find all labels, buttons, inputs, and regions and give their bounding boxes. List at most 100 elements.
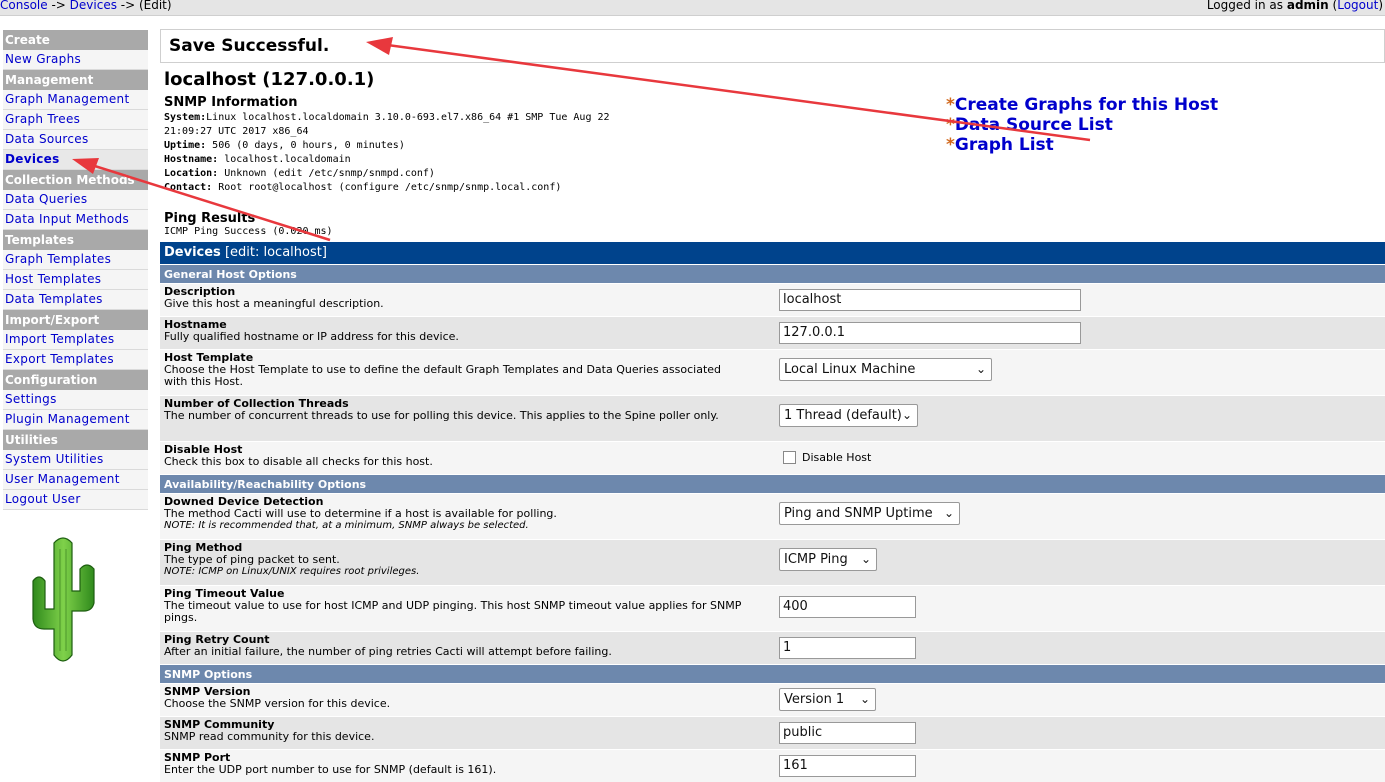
breadcrumb: Console -> Devices -> (Edit)	[0, 0, 172, 11]
snmp-hostname-label: Hostname:	[164, 154, 219, 165]
threads-desc: The number of concurrent threads to use …	[164, 409, 719, 422]
snmp-port-desc: Enter the UDP port number to use for SNM…	[164, 763, 497, 776]
logout-paren-open: (	[1328, 0, 1338, 12]
disable-host-desc: Check this box to disable all checks for…	[164, 455, 433, 468]
menu-link-graph-management[interactable]: Graph Management	[5, 92, 129, 106]
hostname-input[interactable]: 127.0.0.1	[779, 322, 1081, 344]
menu-item-graph-trees[interactable]: Graph Trees	[3, 110, 148, 130]
devices-header-suffix: [edit: localhost]	[220, 245, 327, 260]
snmp-location-label: Location:	[164, 168, 219, 179]
menu-heading-utilities: Utilities	[3, 430, 148, 450]
snmp-version-value: Version 1	[784, 692, 845, 707]
snmp-uptime-label: Uptime:	[164, 140, 207, 151]
host-template-desc: Choose the Host Template to use to defin…	[164, 363, 722, 388]
breadcrumb-separator: ->	[47, 0, 70, 12]
ping-method-select[interactable]: ICMP Ping ⌄	[779, 548, 877, 571]
downed-detection-value: Ping and SNMP Uptime	[784, 506, 933, 521]
quicklink-data-source-list: *Data Source List	[946, 115, 1218, 135]
menu-link-data-input-methods[interactable]: Data Input Methods	[5, 212, 129, 226]
menu-link-logout-user[interactable]: Logout User	[5, 492, 81, 506]
star-icon: *	[946, 115, 955, 135]
menu-item-settings[interactable]: Settings	[3, 390, 148, 410]
row-collection-threads: Number of Collection Threads The number o…	[160, 395, 1385, 441]
star-icon: *	[946, 95, 955, 115]
snmp-community-input[interactable]: public	[779, 722, 916, 744]
menu-link-data-templates[interactable]: Data Templates	[5, 292, 103, 306]
menu-item-system-utilities[interactable]: System Utilities	[3, 450, 148, 470]
create-graphs-link[interactable]: Create Graphs for this Host	[955, 95, 1218, 115]
quick-links: *Create Graphs for this Host *Data Sourc…	[946, 95, 1218, 155]
menu-item-devices[interactable]: Devices	[3, 150, 148, 170]
menu-item-user-management[interactable]: User Management	[3, 470, 148, 490]
menu-item-host-templates[interactable]: Host Templates	[3, 270, 148, 290]
graph-list-link[interactable]: Graph List	[955, 135, 1054, 155]
menu-item-plugin-management[interactable]: Plugin Management	[3, 410, 148, 430]
menu-link-import-templates[interactable]: Import Templates	[5, 332, 114, 346]
menu-item-data-templates[interactable]: Data Templates	[3, 290, 148, 310]
ping-method-note: NOTE: ICMP on Linux/UNIX requires root p…	[164, 566, 420, 577]
menu-link-host-templates[interactable]: Host Templates	[5, 272, 101, 286]
cacti-logo-icon	[32, 537, 95, 662]
breadcrumb-console-link[interactable]: Console	[0, 0, 48, 12]
menu-link-graph-trees[interactable]: Graph Trees	[5, 112, 80, 126]
menu-item-export-templates[interactable]: Export Templates	[3, 350, 148, 370]
chevron-down-icon: ⌄	[859, 692, 870, 706]
menu-link-settings[interactable]: Settings	[5, 392, 57, 406]
menu-link-export-templates[interactable]: Export Templates	[5, 352, 114, 366]
menu-link-system-utilities[interactable]: System Utilities	[5, 452, 104, 466]
data-source-list-link[interactable]: Data Source List	[955, 115, 1113, 135]
snmp-version-select[interactable]: Version 1 ⌄	[779, 688, 876, 711]
host-template-select[interactable]: Local Linux Machine ⌄	[779, 358, 992, 381]
row-snmp-port: SNMP Port Enter the UDP port number to us…	[160, 749, 1385, 782]
ping-timeout-desc: The timeout value to use for host ICMP a…	[164, 599, 742, 624]
snmp-port-input[interactable]: 161	[779, 755, 916, 777]
menu-item-graph-management[interactable]: Graph Management	[3, 90, 148, 110]
menu-link-devices[interactable]: Devices	[5, 152, 60, 166]
row-snmp-community: SNMP Community SNMP read community for th…	[160, 716, 1385, 749]
menu-item-import-templates[interactable]: Import Templates	[3, 330, 148, 350]
downed-detection-select[interactable]: Ping and SNMP Uptime ⌄	[779, 502, 960, 525]
menu-item-new-graphs[interactable]: New Graphs	[3, 50, 148, 70]
ping-retry-input[interactable]: 1	[779, 637, 916, 659]
disable-host-checkbox-label[interactable]: Disable Host	[802, 451, 871, 464]
menu-heading-management: Management	[3, 70, 148, 90]
description-desc: Give this host a meaningful description.	[164, 297, 384, 310]
menu-item-logout-user[interactable]: Logout User	[3, 490, 148, 510]
logout-paren-close: )	[1378, 0, 1383, 12]
row-snmp-version: SNMP Version Choose the SNMP version for …	[160, 683, 1385, 716]
menu-heading-collection-methods: Collection Methods	[3, 170, 148, 190]
menu-link-new-graphs[interactable]: New Graphs	[5, 52, 81, 66]
menu-link-graph-templates[interactable]: Graph Templates	[5, 252, 111, 266]
chevron-down-icon: ⌄	[975, 362, 986, 376]
logout-link[interactable]: Logout	[1337, 0, 1378, 12]
snmp-info-block: System:Linux localhost.localdomain 3.10.…	[164, 111, 684, 195]
snmp-hostname-value: localhost.localdomain	[218, 154, 351, 165]
menu-heading-configuration: Configuration	[3, 370, 148, 390]
section-availability-options: Availability/Reachability Options	[160, 474, 1385, 493]
row-description: Description Give this host a meaningful d…	[160, 283, 1385, 316]
threads-select[interactable]: 1 Thread (default) ⌄	[779, 404, 918, 427]
menu-link-user-management[interactable]: User Management	[5, 472, 120, 486]
menu-link-plugin-management[interactable]: Plugin Management	[5, 412, 130, 426]
disable-host-checkbox[interactable]	[783, 450, 796, 464]
breadcrumb-devices-link[interactable]: Devices	[70, 0, 117, 12]
menu-item-graph-templates[interactable]: Graph Templates	[3, 250, 148, 270]
menu-link-data-sources[interactable]: Data Sources	[5, 132, 89, 146]
menu-item-data-sources[interactable]: Data Sources	[3, 130, 148, 150]
snmp-uptime-value: 506 (0 days, 0 hours, 0 minutes)	[206, 140, 405, 151]
menu-item-data-queries[interactable]: Data Queries	[3, 190, 148, 210]
hostname-desc: Fully qualified hostname or IP address f…	[164, 330, 459, 343]
ping-timeout-input[interactable]: 400	[779, 596, 916, 618]
snmp-contact-label: Contact:	[164, 182, 213, 193]
ping-method-desc: The type of ping packet to sent.	[164, 553, 340, 566]
downed-detection-note: NOTE: It is recommended that, at a minim…	[164, 520, 529, 531]
menu-link-data-queries[interactable]: Data Queries	[5, 192, 87, 206]
menu-item-data-input-methods[interactable]: Data Input Methods	[3, 210, 148, 230]
description-input[interactable]: localhost	[779, 289, 1081, 311]
menu-heading-create: Create	[3, 30, 148, 50]
downed-detection-desc: The method Cacti will use to determine i…	[164, 507, 557, 520]
disable-host-control: Disable Host	[783, 450, 871, 464]
row-hostname: Hostname Fully qualified hostname or IP a…	[160, 316, 1385, 349]
row-host-template: Host Template Choose the Host Template to…	[160, 349, 1385, 395]
snmp-system-value-cont: 21:09:27 UTC 2017 x86_64	[164, 126, 309, 137]
